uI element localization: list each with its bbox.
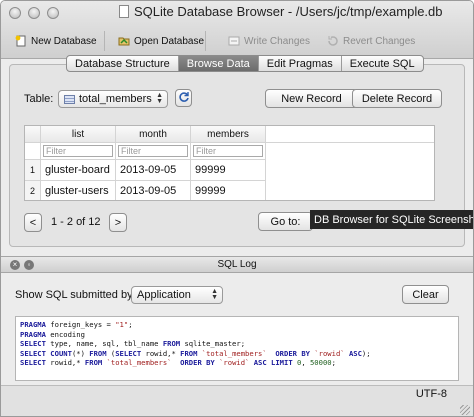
- page-info: 1 - 2 of 12: [51, 216, 101, 228]
- filter-cell: Filter: [116, 143, 191, 160]
- delete-record-button[interactable]: Delete Record: [352, 89, 442, 108]
- table-cell[interactable]: 2013-09-05: [116, 181, 191, 200]
- sql-source-select[interactable]: Application ▲ ▼: [131, 286, 223, 304]
- sql-log-line: PRAGMA encoding: [20, 329, 85, 339]
- resize-grip-icon[interactable]: [460, 405, 470, 415]
- revert-changes-label: Revert Changes: [343, 35, 416, 47]
- write-changes-button[interactable]: Write Changes: [228, 33, 310, 49]
- filter-cell: Filter: [41, 143, 116, 160]
- document-icon: [119, 5, 129, 18]
- filter-input-members[interactable]: Filter: [193, 145, 263, 157]
- table-cell[interactable]: 99999: [191, 160, 266, 181]
- open-database-icon: [118, 35, 130, 47]
- window-zoom-button[interactable]: [47, 7, 59, 19]
- row-number[interactable]: 1: [25, 160, 41, 181]
- table-icon: [64, 94, 75, 104]
- filter-corner: [25, 143, 41, 160]
- table-cell[interactable]: 99999: [191, 181, 266, 200]
- revert-changes-icon: [327, 35, 339, 47]
- sql-log-titlebar: × ◦ SQL Log: [1, 256, 473, 273]
- table-select[interactable]: total_members ▲ ▼: [58, 90, 168, 108]
- sql-source-value: Application: [137, 289, 191, 301]
- tab-database-structure[interactable]: Database Structure: [67, 56, 179, 71]
- previous-page-button[interactable]: <: [24, 213, 42, 232]
- title-toolbar: SQLite Database Browser - /Users/jc/tmp/…: [1, 1, 473, 59]
- column-header-members[interactable]: members: [191, 126, 266, 143]
- select-arrows-icon: ▲ ▼: [211, 288, 218, 301]
- encoding-label: UTF-8: [415, 388, 447, 400]
- toolbar-separator: [104, 31, 105, 51]
- clear-log-button[interactable]: Clear: [402, 285, 449, 304]
- table-label: Table:: [24, 93, 54, 105]
- corner-header: [25, 126, 41, 143]
- open-database-button[interactable]: Open Database: [118, 33, 204, 49]
- header-filler: [266, 126, 434, 143]
- window-close-button[interactable]: [9, 7, 21, 19]
- table-select-value: total_members: [79, 93, 152, 105]
- tab-edit-pragmas[interactable]: Edit Pragmas: [259, 56, 342, 71]
- next-page-button[interactable]: >: [109, 213, 127, 232]
- new-record-button[interactable]: New Record: [265, 89, 358, 108]
- sql-log-line: SELECT type, name, sql, tbl_name FROM sq…: [20, 339, 246, 349]
- table-cell[interactable]: gluster-users: [41, 181, 116, 200]
- goto-button[interactable]: Go to:: [258, 212, 313, 231]
- filter-input-month[interactable]: Filter: [118, 145, 188, 157]
- tab-execute-sql[interactable]: Execute SQL: [342, 56, 423, 71]
- sql-log-line: SELECT COUNT(*) FROM (SELECT rowid,* FRO…: [20, 348, 371, 358]
- new-database-button[interactable]: New Database: [15, 33, 97, 49]
- status-bar: UTF-8: [1, 385, 473, 416]
- toolbar-separator: [205, 31, 206, 51]
- row-number[interactable]: 2: [25, 181, 41, 200]
- sql-log-text[interactable]: PRAGMA foreign_keys = "1"; PRAGMA encodi…: [15, 316, 459, 381]
- sql-log-line: SELECT rowid,* FROM `total_members` ORDE…: [20, 358, 336, 368]
- open-database-label: Open Database: [134, 35, 205, 47]
- sql-log-title: SQL Log: [217, 259, 257, 270]
- window-title: SQLite Database Browser - /Users/jc/tmp/…: [134, 4, 443, 19]
- refresh-icon: [178, 91, 190, 106]
- tooltip: DB Browser for SQLite Screenshot: [310, 210, 473, 229]
- show-sql-label: Show SQL submitted by: [15, 289, 133, 301]
- sql-log-line: PRAGMA foreign_keys = "1";: [20, 320, 133, 329]
- column-header-list[interactable]: list: [41, 126, 116, 143]
- table-cell[interactable]: gluster-board: [41, 160, 116, 181]
- main-window: SQLite Database Browser - /Users/jc/tmp/…: [0, 0, 474, 417]
- window-minimize-button[interactable]: [28, 7, 40, 19]
- filter-input-list[interactable]: Filter: [43, 145, 113, 157]
- write-changes-icon: [228, 35, 240, 47]
- data-table: list month members Filter Filter Filter …: [24, 125, 435, 201]
- table-cell[interactable]: 2013-09-05: [116, 160, 191, 181]
- write-changes-label: Write Changes: [244, 35, 310, 47]
- main-tabs: Database Structure Browse Data Edit Prag…: [66, 55, 424, 72]
- filter-cell: Filter: [191, 143, 266, 160]
- select-arrows-icon: ▲ ▼: [156, 92, 163, 105]
- new-database-label: New Database: [31, 35, 97, 47]
- revert-changes-button[interactable]: Revert Changes: [327, 33, 415, 49]
- refresh-button[interactable]: [175, 89, 192, 107]
- column-header-month[interactable]: month: [116, 126, 191, 143]
- tab-browse-data[interactable]: Browse Data: [178, 56, 259, 71]
- new-database-icon: [15, 35, 27, 47]
